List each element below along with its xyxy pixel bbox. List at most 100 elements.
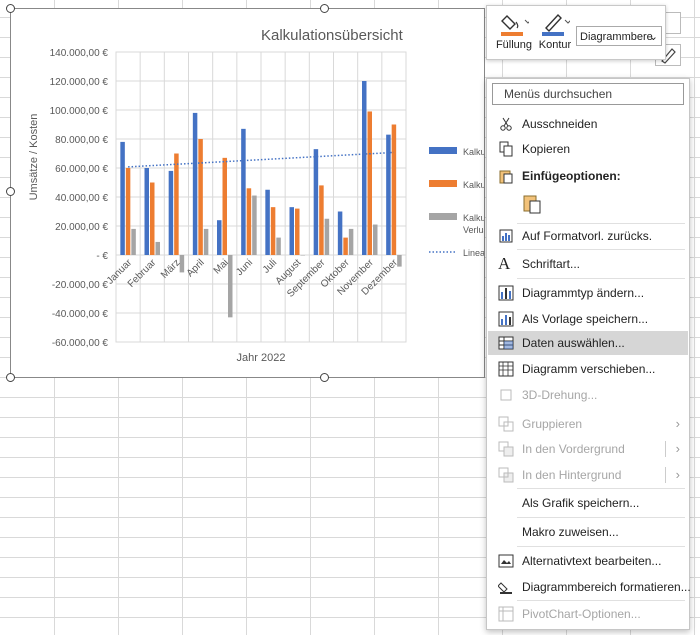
bar — [289, 207, 294, 255]
y-axis-title: Umsätze / Kosten — [28, 114, 40, 201]
y-tick-label: 100.000,00 € — [50, 106, 109, 117]
bar — [319, 185, 324, 255]
y-tick-label: 60.000,00 € — [55, 164, 108, 175]
chart-element-dropdown[interactable]: Diagrammbere ⌄ — [576, 26, 662, 46]
bar — [313, 149, 319, 255]
reset-style-icon — [499, 229, 513, 243]
bar — [295, 208, 300, 255]
y-tick-label: 20.000,00 € — [55, 222, 108, 233]
format-area-icon — [498, 582, 512, 594]
y-tick-label: 40.000,00 € — [55, 193, 108, 204]
menu-item-edit-alt-text[interactable]: Alternativtext bearbeiten... — [488, 549, 688, 573]
bar — [324, 218, 330, 255]
menu-item-reset-style[interactable]: Auf Formatvorl. zurücks. — [488, 224, 688, 248]
bar — [203, 228, 209, 255]
bar — [155, 241, 160, 255]
menu-divider — [517, 517, 685, 518]
chevron-right-icon: › — [675, 467, 680, 482]
menu-item-font[interactable]: A Schriftart... — [488, 252, 688, 276]
menu-item-save-as-picture[interactable]: Als Grafik speichern... — [488, 491, 688, 515]
bar — [348, 228, 354, 255]
resize-handle-bottom-left[interactable] — [6, 373, 15, 382]
bar — [276, 237, 281, 255]
split-divider — [665, 441, 666, 457]
menu-item-paste-options: Einfügeoptionen: — [488, 164, 688, 188]
bring-forward-icon — [498, 441, 514, 457]
chart-plot[interactable]: 140.000,00 € 120.000,00 € 100.000,00 € 80.0… — [11, 9, 484, 377]
scissors-icon — [500, 117, 512, 131]
fill-label: Füllung — [495, 39, 533, 51]
menu-item-pivotchart-options[interactable]: PivotChart-Optionen... — [488, 602, 688, 626]
menu-item-group[interactable]: Gruppieren › — [488, 412, 688, 436]
move-chart-icon — [498, 361, 514, 377]
menu-item-label: Einfügeoptionen: — [522, 169, 621, 183]
menu-item-label: Gruppieren — [522, 417, 583, 431]
x-axis-title: Jahr 2022 — [237, 352, 286, 364]
fill-button[interactable]: Füllung — [493, 10, 535, 51]
bar — [125, 168, 131, 255]
mini-toolbar: Füllung Kontur Diagrammbere ⌄ — [486, 5, 666, 60]
y-tick-label: 120.000,00 € — [50, 77, 109, 88]
menu-divider — [517, 249, 685, 250]
menu-item-copy[interactable]: Kopieren — [488, 137, 688, 161]
menu-item-send-backward[interactable]: In den Hintergrund › — [488, 463, 688, 487]
menu-item-label: Als Vorlage speichern... — [522, 312, 649, 326]
menu-item-label: 3D-Drehung... — [522, 388, 598, 402]
context-menu: Menüs durchsuchen Ausschneiden Kopieren … — [486, 78, 691, 630]
legend-label: Kalkul — [463, 213, 484, 223]
chart-area[interactable]: Kalkulationsübersicht 140.000,00 €120.00… — [10, 8, 485, 378]
outline-button[interactable]: Kontur — [535, 10, 575, 51]
resize-handle-bottom-middle[interactable] — [320, 373, 329, 382]
menu-item-bring-forward[interactable]: In den Vordergrund › — [488, 437, 688, 461]
menu-item-select-data[interactable]: Daten auswählen... — [488, 331, 688, 355]
menu-item-label: In den Vordergrund — [522, 442, 625, 456]
resize-handle-middle-left[interactable] — [6, 187, 15, 196]
menu-divider — [517, 488, 685, 489]
chart-element-dropdown-value: Diagrammbere — [580, 31, 653, 43]
bar — [252, 195, 257, 255]
menu-item-label: Diagrammtyp ändern... — [522, 286, 645, 300]
bar — [217, 220, 222, 255]
bar — [373, 224, 378, 255]
resize-handle-top-left[interactable] — [6, 4, 15, 13]
menu-item-label: Auf Formatvorl. zurücks. — [522, 229, 653, 243]
menu-item-format-chart-area[interactable]: Diagrammbereich formatieren... — [488, 575, 691, 599]
menu-item-label: PivotChart-Optionen... — [522, 607, 641, 621]
paste-keep-format-icon — [523, 195, 541, 214]
menu-item-label: Als Grafik speichern... — [522, 496, 640, 510]
resize-handle-top-middle[interactable] — [320, 4, 329, 13]
menu-item-label: Daten auswählen... — [522, 336, 625, 350]
menu-item-move-chart[interactable]: Diagramm verschieben... — [488, 357, 688, 381]
menu-divider — [517, 600, 685, 601]
menu-item-assign-macro[interactable]: Makro zuweisen... — [488, 520, 688, 544]
y-tick-label: 140.000,00 € — [50, 48, 109, 59]
menu-item-change-chart-type[interactable]: Diagrammtyp ändern... — [488, 281, 688, 305]
menu-item-label: Diagrammbereich formatieren... — [522, 580, 691, 594]
y-tick-label: -40.000,00 € — [52, 309, 109, 320]
legend-label: Verlus — [463, 225, 484, 235]
copy-icon — [499, 141, 513, 157]
group-icon — [498, 416, 514, 432]
outline-label: Kontur — [538, 39, 572, 51]
bar — [120, 141, 125, 255]
menu-item-3d-rotation[interactable]: 3D-Drehung... — [488, 383, 688, 407]
bar — [174, 153, 179, 255]
bar — [168, 170, 174, 255]
menu-search-input[interactable]: Menüs durchsuchen — [492, 83, 684, 105]
legend-swatch — [429, 147, 457, 154]
bar — [270, 207, 276, 255]
menu-item-label: Makro zuweisen... — [522, 525, 619, 539]
paste-option-button[interactable] — [521, 193, 543, 215]
chevron-right-icon: › — [675, 441, 680, 456]
menu-item-cut[interactable]: Ausschneiden — [488, 112, 688, 136]
legend-label: Kalkul — [463, 180, 484, 190]
bar — [367, 111, 372, 255]
alt-text-icon — [498, 554, 514, 568]
menu-divider — [517, 278, 685, 279]
pivot-options-icon — [498, 606, 514, 622]
y-tick-label: -60.000,00 € — [52, 338, 109, 349]
menu-item-label: Ausschneiden — [522, 117, 598, 131]
menu-item-save-template[interactable]: Als Vorlage speichern... — [488, 307, 688, 331]
chart-type-icon — [498, 285, 514, 301]
send-backward-icon — [498, 467, 514, 483]
